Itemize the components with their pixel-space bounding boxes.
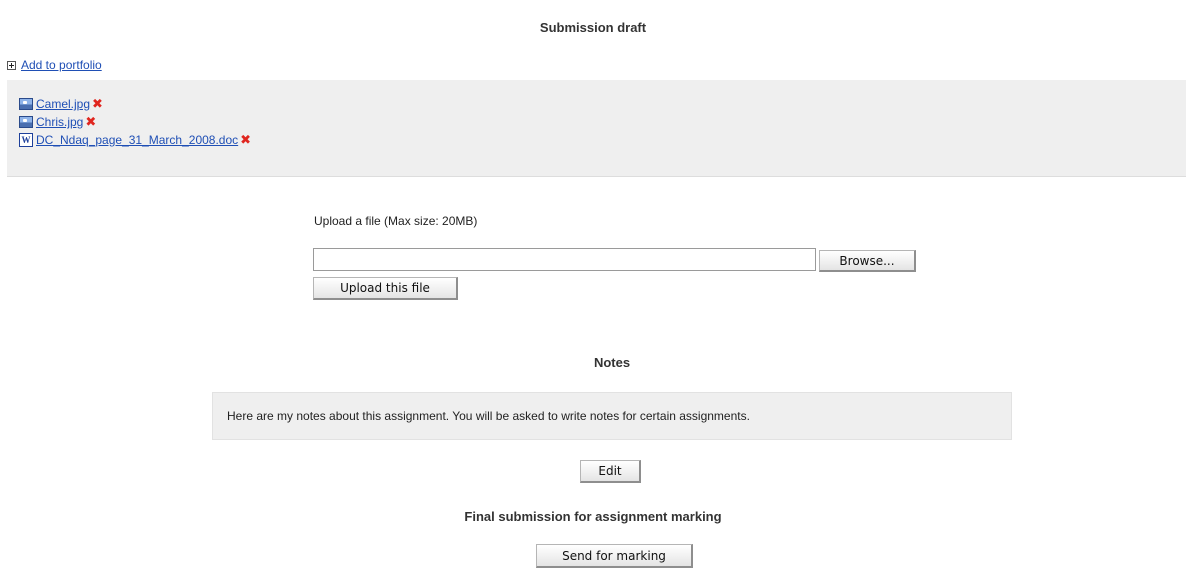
file-list: Camel.jpg ✖ Chris.jpg ✖ W DC_Ndaq_page_3… bbox=[19, 95, 251, 149]
submitted-files-panel: Camel.jpg ✖ Chris.jpg ✖ W DC_Ndaq_page_3… bbox=[7, 80, 1186, 177]
file-path-input[interactable] bbox=[313, 248, 816, 271]
send-for-marking-button[interactable]: Send for marking bbox=[536, 544, 693, 568]
notes-panel: Here are my notes about this assignment.… bbox=[212, 392, 1012, 440]
browse-button[interactable]: Browse... bbox=[819, 250, 916, 272]
file-item-camel: Camel.jpg ✖ bbox=[19, 95, 251, 113]
submission-draft-heading: Submission draft bbox=[539, 20, 647, 35]
word-document-icon: W bbox=[19, 133, 33, 147]
final-submission-heading: Final submission for assignment marking bbox=[464, 509, 722, 524]
file-link-camel[interactable]: Camel.jpg bbox=[36, 95, 90, 113]
notes-text: Here are my notes about this assignment.… bbox=[227, 409, 750, 423]
add-to-portfolio-link[interactable]: Add to portfolio bbox=[21, 58, 102, 72]
upload-file-button[interactable]: Upload this file bbox=[313, 277, 458, 300]
upload-file-label: Upload a file (Max size: 20MB) bbox=[314, 214, 478, 228]
delete-icon[interactable]: ✖ bbox=[92, 95, 103, 113]
image-file-icon bbox=[19, 98, 33, 110]
add-to-portfolio-row: Add to portfolio bbox=[7, 58, 102, 72]
edit-notes-button[interactable]: Edit bbox=[580, 460, 641, 483]
image-file-icon bbox=[19, 116, 33, 128]
file-item-chris: Chris.jpg ✖ bbox=[19, 113, 251, 131]
file-item-doc: W DC_Ndaq_page_31_March_2008.doc ✖ bbox=[19, 131, 251, 149]
delete-icon[interactable]: ✖ bbox=[240, 131, 251, 149]
file-link-doc[interactable]: DC_Ndaq_page_31_March_2008.doc bbox=[36, 131, 238, 149]
notes-heading: Notes bbox=[593, 355, 631, 370]
expand-plus-icon[interactable] bbox=[7, 60, 16, 70]
submission-page: Submission draft Add to portfolio Camel.… bbox=[0, 0, 1186, 579]
file-link-chris[interactable]: Chris.jpg bbox=[36, 113, 83, 131]
delete-icon[interactable]: ✖ bbox=[85, 113, 96, 131]
